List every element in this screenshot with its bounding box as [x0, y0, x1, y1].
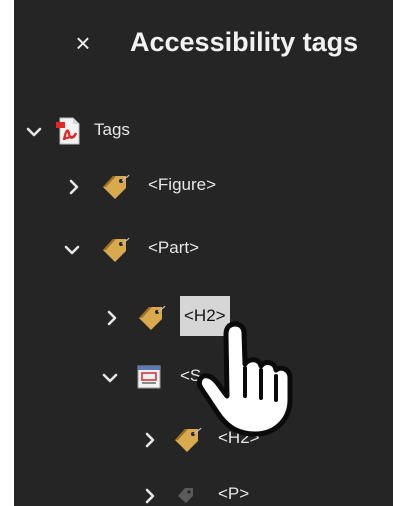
tree-item-label: <P>	[218, 484, 250, 503]
tree-item-label: <Figure>	[148, 175, 217, 194]
tree-item-p[interactable]: <P>	[14, 476, 393, 506]
tree-item-label: <Part>	[148, 238, 200, 257]
tag-icon	[100, 236, 130, 266]
tag-icon	[174, 484, 204, 506]
chevron-down-icon[interactable]	[22, 112, 44, 152]
close-button[interactable]: ×	[70, 28, 96, 58]
tag-icon	[100, 173, 130, 203]
tree-item-tags[interactable]: Tags	[14, 112, 393, 152]
chevron-right-icon[interactable]	[138, 420, 160, 460]
tree-item-part[interactable]: <Part>	[14, 230, 393, 270]
chevron-down-icon[interactable]	[60, 230, 82, 270]
panel-title: Accessibility tags	[130, 27, 359, 57]
tree-item-label: Tags	[94, 120, 130, 139]
chevron-right-icon[interactable]	[100, 298, 122, 338]
tree-item-label: <S	[180, 366, 202, 385]
pdf-document-icon	[54, 116, 84, 146]
panel-header: × Accessibility tags	[14, 0, 393, 90]
tree-item-label-selected: <H2>	[180, 296, 230, 336]
tree-item-figure[interactable]: <Figure>	[14, 167, 393, 207]
chevron-right-icon[interactable]	[138, 476, 160, 506]
tree-item-label: <H2>	[218, 428, 260, 447]
accessibility-tags-panel: × Accessibility tags Tags <Figure> <Part…	[14, 0, 393, 506]
chevron-right-icon[interactable]	[62, 167, 84, 207]
tag-icon	[172, 426, 202, 456]
tag-icon	[136, 304, 166, 334]
container-element-icon	[136, 364, 166, 394]
tree-item-h2[interactable]: <H2>	[14, 296, 393, 338]
tree-item-h2-child[interactable]: <H2>	[14, 420, 393, 460]
chevron-down-icon[interactable]	[98, 358, 120, 398]
tree-item-section[interactable]: <S	[14, 358, 393, 398]
